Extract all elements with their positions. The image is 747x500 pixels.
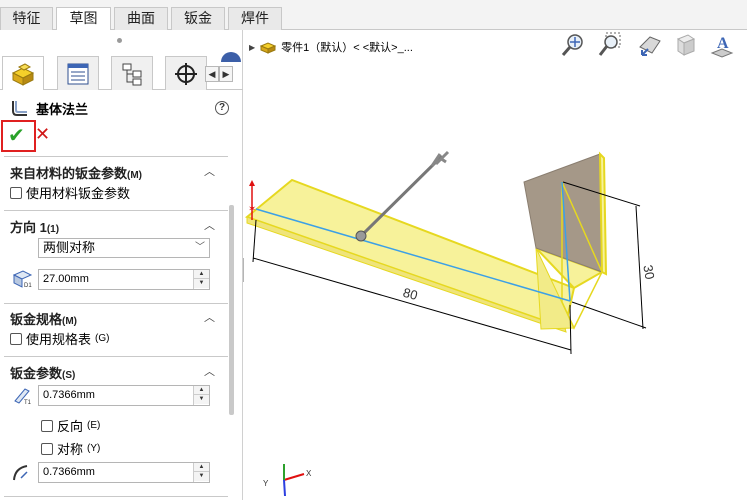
tab-surfaces[interactable]: 曲面 (114, 7, 168, 30)
feature-title-text: 基体法兰 (36, 101, 89, 117)
plane-face[interactable] (523, 153, 603, 273)
checkbox-key: (G) (95, 333, 110, 344)
section-direction-title-key: (1) (46, 224, 60, 235)
section-params-title-key: (S) (62, 370, 76, 381)
depth-value: 27.00mm (43, 273, 89, 285)
feature-manager-icon (11, 62, 35, 86)
property-manager: ◀ ▶ 基体法兰 ? ✔ ✕ 来自材料的钣金参数(M) ︿ 使用材料钣金参数 方… (0, 30, 243, 500)
section-divider (4, 496, 228, 497)
collapse-caret-icon[interactable]: ︿ (204, 309, 216, 324)
svg-text:T1: T1 (24, 400, 32, 405)
section-divider (4, 156, 228, 157)
svg-text:Y: Y (263, 479, 269, 488)
section-material-title-text: 来自材料的钣金参数 (10, 166, 128, 181)
solidworks-window: 特征 草图 曲面 钣金 焊件 ◀ ▶ 基体法兰 ? ✔ ✕ 来自材料的钣金参数(… (0, 0, 747, 500)
depth-handle-arrow[interactable] (430, 150, 450, 167)
tab-property-manager[interactable] (57, 56, 99, 90)
checkbox-box[interactable] (41, 442, 53, 455)
command-manager-tabs: 特征 草图 曲面 钣金 焊件 (0, 0, 747, 31)
section-material-title-key: (M) (127, 170, 143, 181)
section-gauge-title-text: 钣金规格 (10, 312, 63, 327)
dimension-height-label[interactable]: 30 (640, 264, 657, 281)
checkbox-key: (Y) (87, 443, 101, 454)
checkbox-box[interactable] (10, 186, 22, 199)
collapse-caret-icon[interactable]: ︿ (204, 363, 216, 378)
use-gauge-table-checkbox[interactable]: 使用规格表 (G) (10, 329, 109, 348)
section-gauge-title[interactable]: 钣金规格(M) (10, 309, 77, 328)
tab-feature-manager[interactable] (2, 56, 44, 90)
origin-arrow (249, 180, 255, 186)
section-divider (4, 210, 228, 211)
base-flange-icon (12, 101, 27, 116)
symmetric-checkbox[interactable]: 对称 (Y) (41, 439, 100, 458)
checkbox-label: 反向 (57, 419, 84, 434)
tab-dimxpert-manager[interactable] (165, 56, 207, 90)
tab-features[interactable]: 特征 (0, 7, 53, 30)
section-direction-title[interactable]: 方向 1(1) (10, 217, 59, 236)
crosshair-icon (175, 62, 197, 85)
bend-radius-input[interactable]: 0.7366mm ▲ ▼ (38, 462, 210, 483)
thickness-spinner[interactable]: ▲ ▼ (193, 386, 209, 405)
tab-configuration-manager[interactable] (111, 56, 153, 90)
thickness-input[interactable]: 0.7366mm ▲ ▼ (38, 385, 210, 406)
thickness-icon: T1 (14, 388, 32, 405)
use-material-params-checkbox[interactable]: 使用材料钣金参数 (10, 183, 130, 202)
display-manager-icon (221, 52, 241, 62)
section-divider (4, 303, 228, 304)
svg-text:D1: D1 (24, 283, 32, 289)
end-condition-select[interactable]: 两侧对称 ﹀ (38, 238, 210, 258)
tabs-scroll-left[interactable]: ◀ (205, 66, 219, 82)
end-condition-value: 两侧对称 (43, 240, 96, 255)
bend-radius-spinner[interactable]: ▲ ▼ (193, 463, 209, 482)
section-params-title[interactable]: 钣金参数(S) (10, 363, 75, 382)
wall-top-edge (598, 151, 608, 276)
section-params-title-text: 钣金参数 (10, 366, 63, 381)
help-icon[interactable]: ? (215, 101, 229, 115)
collapse-caret-icon[interactable]: ︿ (204, 163, 216, 178)
depth-icon: D1 (12, 270, 32, 289)
ok-button[interactable]: ✔ (8, 123, 25, 148)
collapse-caret-icon[interactable]: ︿ (204, 217, 216, 232)
extension-line (252, 219, 257, 263)
thickness-value: 0.7366mm (43, 389, 95, 401)
reverse-direction-checkbox[interactable]: 反向 (E) (41, 416, 100, 435)
cancel-button[interactable]: ✕ (35, 124, 50, 145)
section-direction-title-text: 方向 1 (10, 220, 47, 235)
configuration-manager-icon (122, 63, 142, 85)
dimension-length-label[interactable]: 80 (401, 285, 419, 303)
feature-title: 基体法兰 (10, 99, 88, 117)
section-gauge-title-key: (M) (62, 316, 78, 327)
checkbox-label: 使用规格表 (26, 332, 92, 347)
extension-line (569, 304, 572, 355)
checkbox-key: (E) (87, 420, 101, 431)
svg-text:X: X (306, 469, 312, 478)
chevron-down-icon[interactable]: ﹀ (195, 239, 205, 257)
section-material-title[interactable]: 来自材料的钣金参数(M) (10, 163, 142, 182)
checkbox-label: 对称 (57, 442, 84, 457)
panel-scrollbar[interactable] (229, 205, 234, 415)
extension-line (571, 301, 647, 329)
tab-weldments[interactable]: 焊件 (228, 7, 282, 30)
graphics-area[interactable]: ▶ 零件1（默认）< <默认>_... A ✶ 80 30 Y X (244, 30, 747, 500)
tabs-scroll-right[interactable]: ▶ (219, 66, 233, 82)
coordinate-triad[interactable]: Y X (263, 464, 312, 497)
checkbox-label: 使用材料钣金参数 (26, 186, 131, 201)
depth-spinner[interactable]: ▲ ▼ (193, 270, 209, 289)
checkbox-box[interactable] (41, 419, 53, 432)
bend-radius-icon (13, 465, 28, 481)
model-view[interactable]: ✶ 80 30 Y X (244, 30, 747, 500)
origin-marker: ✶ (248, 204, 256, 215)
property-manager-icon (67, 63, 89, 84)
section-divider (4, 356, 228, 357)
manager-tabs: ◀ ▶ (0, 52, 243, 90)
bend-radius-value: 0.7366mm (43, 466, 95, 478)
checkbox-box[interactable] (10, 332, 22, 345)
tab-sheet-metal[interactable]: 钣金 (171, 7, 225, 30)
depth-input[interactable]: 27.00mm ▲ ▼ (38, 269, 210, 290)
depth-handle-base[interactable] (355, 230, 367, 242)
panel-grip[interactable] (117, 38, 122, 43)
tab-sketch[interactable]: 草图 (56, 7, 111, 31)
